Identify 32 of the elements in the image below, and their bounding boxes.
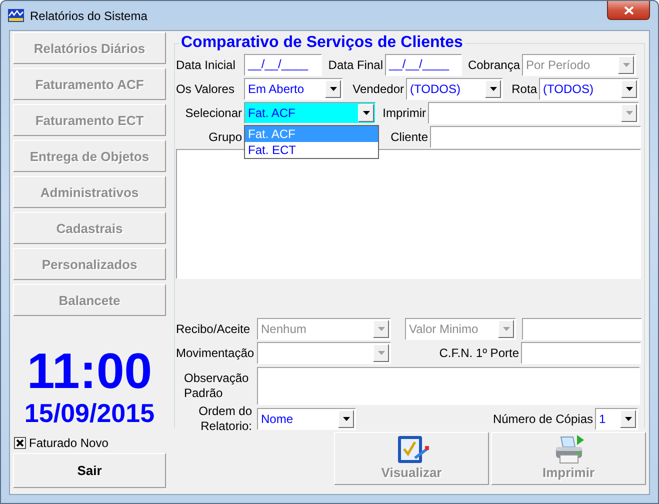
dropdown[interactable]: (TODOS) [539, 78, 639, 100]
field-label: Os Valores [176, 82, 236, 96]
clock-time: 11:00 [26, 346, 154, 396]
window-title: Relatórios do Sistema [30, 8, 148, 22]
clock-date: 15/09/2015 [23, 398, 156, 428]
field-label: Recibo/Aceite [176, 322, 252, 336]
dropdown[interactable]: (TODOS) [406, 78, 503, 100]
exit-button[interactable]: Sair [13, 453, 166, 488]
dropdown[interactable]: Nome [257, 408, 356, 430]
group-title: Comparativo de Serviços de Clientes [179, 34, 465, 52]
field-label: Número de Cópias [492, 412, 594, 426]
dropdown-option[interactable]: Fat. ECT [245, 142, 378, 158]
field-label: C.F.N. 1º Porte [438, 346, 520, 360]
field-label: Grupo [208, 130, 243, 144]
field-label: Data Final [327, 58, 384, 72]
checkbox-label[interactable]: Faturado Novo [29, 436, 108, 450]
field-label: Rota [510, 82, 538, 96]
field-label: Cobrança [466, 58, 521, 72]
field-label: Cliente [390, 130, 429, 144]
field-label: Observação Padrão [183, 370, 250, 400]
field-label: Ordem do Relatorio: [198, 404, 253, 434]
dropdown[interactable]: Fat. ACF [244, 102, 376, 124]
dropdown[interactable]: 1 [595, 408, 638, 430]
dropdown[interactable]: Em Aberto [244, 78, 343, 100]
field-label: Selecionar [184, 106, 243, 120]
date-field[interactable]: __/__/____ [244, 54, 322, 76]
field-label: Imprimir [382, 106, 427, 120]
date-field[interactable]: __/__/____ [385, 54, 462, 76]
dropdown-option[interactable]: Fat. ACF [245, 126, 378, 142]
field-label: Movimentação [176, 346, 256, 360]
field-label: Data Inicial [176, 58, 236, 72]
field-label: Vendedor [352, 82, 405, 96]
